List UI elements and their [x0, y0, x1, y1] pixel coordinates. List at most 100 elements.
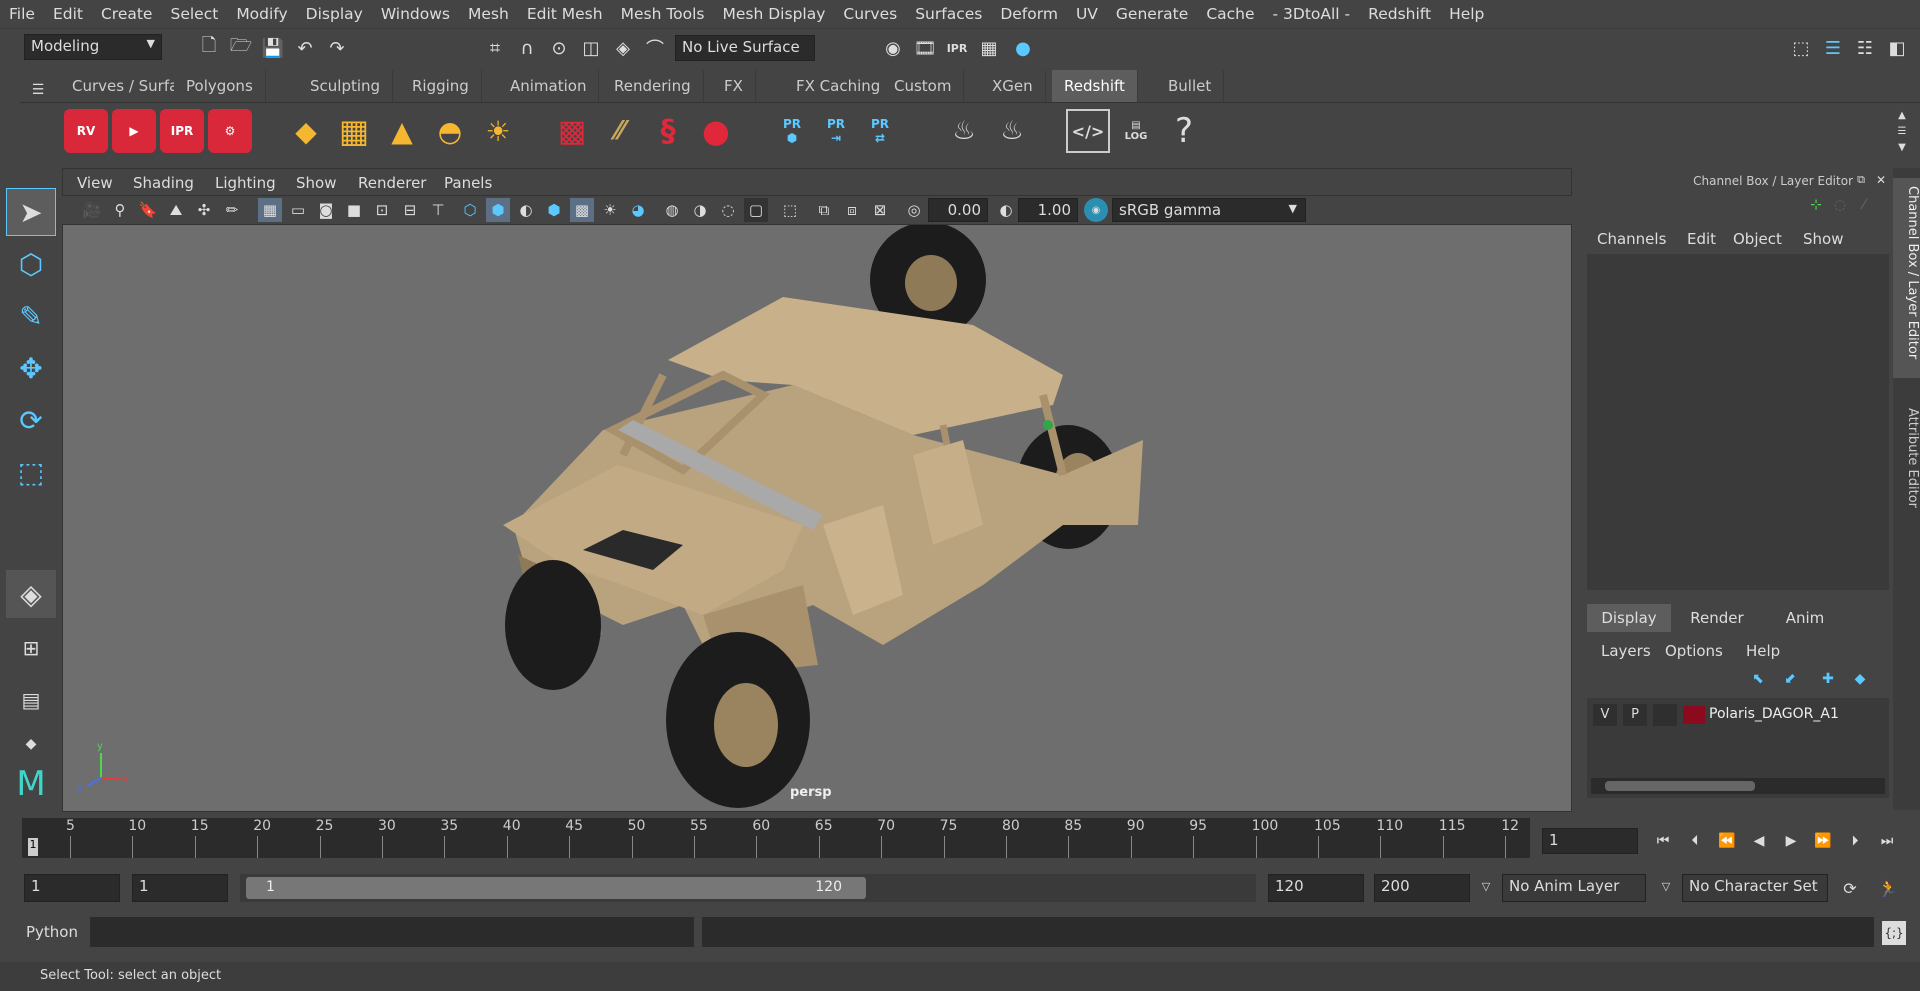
smooth-shade-icon[interactable]: ⬢ — [486, 198, 510, 222]
redshift-pr-cube-icon[interactable]: PR ⬢ — [770, 109, 814, 153]
manipulator-icon[interactable]: ⊹ — [1807, 196, 1825, 214]
layer-scrollbar-thumb[interactable] — [1605, 781, 1755, 791]
menu-windows[interactable]: Windows — [372, 5, 459, 23]
color-management-icon[interactable]: ◉ — [1084, 198, 1108, 222]
select-tool-icon[interactable]: ➤ — [6, 188, 56, 236]
exposure-icon[interactable]: ◎ — [902, 198, 926, 222]
xray-components-icon[interactable]: ⊠ — [868, 198, 892, 222]
shelf-scroll-down-icon[interactable]: ▼ — [1892, 139, 1912, 155]
layer-playback-toggle[interactable]: P — [1623, 704, 1647, 726]
tab-channel-box[interactable]: Channel Box / Layer Editor — [1893, 178, 1920, 378]
redshift-material-ball-icon[interactable]: ● — [694, 109, 738, 153]
shelf-tab-fx-caching[interactable]: FX Caching — [784, 70, 894, 102]
view-transform-selector[interactable]: sRGB gamma ▼ — [1112, 198, 1306, 222]
modeling-toolkit-icon[interactable]: ☰ — [1820, 35, 1846, 61]
viewport-menu-panels[interactable]: Panels — [444, 174, 492, 192]
gamma-field[interactable]: 1.00 — [1018, 198, 1078, 222]
viewport-menu-view[interactable]: View — [77, 174, 113, 192]
2d-pan-zoom-icon[interactable]: ✣ — [192, 198, 216, 222]
viewport-menu-show[interactable]: Show — [296, 174, 336, 192]
field-chart-icon[interactable]: ⊡ — [370, 198, 394, 222]
anim-start-field[interactable]: 1 — [24, 874, 120, 902]
go-to-end-icon[interactable]: ⏭ — [1874, 828, 1900, 854]
help-icon[interactable]: ? — [1162, 109, 1206, 153]
menu-generate[interactable]: Generate — [1107, 5, 1197, 23]
isolate-select-icon[interactable]: ⬚ — [778, 198, 802, 222]
render-view-icon[interactable]: ◉ — [880, 35, 906, 61]
channel-menu-show[interactable]: Show — [1803, 230, 1843, 248]
gate-mask-icon[interactable]: ■ — [342, 198, 366, 222]
depth-of-field-icon[interactable]: ▢ — [744, 198, 768, 222]
shelf-tab-rigging[interactable]: Rigging — [400, 70, 482, 102]
resolution-gate-icon[interactable]: ◙ — [314, 198, 338, 222]
anim-end-field[interactable]: 200 — [1374, 874, 1470, 902]
step-back-frame-icon[interactable]: ⏴ — [1682, 828, 1708, 854]
snap-surface-icon[interactable]: ◈ — [610, 35, 636, 61]
layer-reference-toggle[interactable] — [1653, 704, 1677, 726]
shelf-tab-fx[interactable]: FX — [712, 70, 756, 102]
layer-tab-anim[interactable]: Anim — [1763, 604, 1847, 632]
viewport-menu-lighting[interactable]: Lighting — [215, 174, 276, 192]
layer-menu-layers[interactable]: Layers — [1601, 642, 1651, 660]
chevron-down-icon[interactable]: ▽ — [1658, 876, 1674, 896]
time-slider[interactable]: 5 10 15 20 25 30 35 40 45 50 55 60 65 70 75 80 85 90 95 100… — [22, 818, 1530, 858]
image-plane-icon[interactable]: ⛰ — [164, 198, 188, 222]
redshift-spot-light-icon[interactable]: ▲ — [380, 109, 424, 153]
script-editor-icon[interactable]: {;} — [1882, 921, 1906, 945]
menu-select[interactable]: Select — [161, 5, 227, 23]
single-perspective-view-icon[interactable]: ◈ — [6, 570, 56, 618]
tab-attribute-editor[interactable]: Attribute Editor — [1893, 400, 1920, 530]
auto-key-icon[interactable]: ⟳ — [1838, 876, 1862, 900]
xray-joints-icon[interactable]: ⧈ — [840, 198, 864, 222]
bookmark-icon[interactable]: 🔖 — [136, 198, 160, 222]
paint-select-tool-icon[interactable]: ✎ — [6, 292, 56, 340]
animation-preferences-icon[interactable]: 🏃 — [1876, 876, 1900, 900]
menu-uv[interactable]: UV — [1067, 5, 1107, 23]
four-view-layout-icon[interactable]: ⊞ — [6, 624, 56, 672]
current-frame-field[interactable]: 1 — [1542, 828, 1638, 854]
menu-mesh[interactable]: Mesh — [459, 5, 518, 23]
layer-tab-render[interactable]: Render — [1675, 604, 1759, 632]
move-layer-down-icon[interactable]: ⬋ — [1779, 668, 1801, 690]
undo-icon[interactable]: ↶ — [292, 35, 318, 61]
wireframe-on-shaded-icon[interactable]: ⬢ — [542, 198, 566, 222]
render-settings-icon[interactable]: ▦ — [976, 35, 1002, 61]
step-forward-frame-icon[interactable]: ⏵ — [1842, 828, 1868, 854]
default-material-icon[interactable]: ◐ — [514, 198, 538, 222]
anim-layer-selector[interactable]: No Anim Layer — [1502, 874, 1646, 902]
outliner-layout-icon[interactable]: ▤ — [6, 676, 56, 724]
attribute-editor-toggle-icon[interactable]: ☷ — [1852, 35, 1878, 61]
step-back-key-icon[interactable]: ⏪ — [1714, 828, 1740, 854]
channel-box-toggle-icon[interactable]: ◧ — [1884, 35, 1910, 61]
menu-create[interactable]: Create — [92, 5, 162, 23]
redshift-volume-icon[interactable]: § — [646, 109, 690, 153]
exposure-field[interactable]: 0.00 — [928, 198, 988, 222]
viewport-menu-renderer[interactable]: Renderer — [358, 174, 426, 192]
new-scene-icon[interactable]: 🗋 — [196, 35, 222, 61]
new-layer-selected-icon[interactable]: ◆ — [1849, 668, 1871, 690]
snap-curve-icon[interactable]: ∩ — [514, 35, 540, 61]
menu-edit[interactable]: Edit — [44, 5, 92, 23]
move-tool-icon[interactable]: ✥ — [6, 344, 56, 392]
shelf-tab-polygons[interactable]: Polygons — [174, 70, 266, 102]
layer-tab-display[interactable]: Display — [1587, 604, 1671, 632]
save-scene-icon[interactable]: 💾 — [260, 35, 286, 61]
wireframe-icon[interactable]: ⬡ — [458, 198, 482, 222]
open-scene-icon[interactable]: 🗁 — [228, 35, 254, 61]
redshift-render-sequence-icon[interactable]: ▶ — [112, 109, 156, 153]
gamma-icon[interactable]: ◐ — [994, 198, 1018, 222]
shelf-tab-xgen[interactable]: XGen — [980, 70, 1046, 102]
current-frame-marker[interactable]: 1 — [28, 838, 38, 856]
hyper-icon[interactable]: ⁄ — [1855, 196, 1873, 214]
make-live-icon[interactable]: ⌒ — [642, 35, 668, 61]
mode-selector[interactable]: Modeling ▼ — [24, 34, 162, 60]
camera-icon[interactable]: 🎥 — [80, 198, 104, 222]
use-all-lights-icon[interactable]: ☀ — [598, 198, 622, 222]
viewport-menu-shading[interactable]: Shading — [133, 174, 194, 192]
move-layer-up-icon[interactable]: ⬉ — [1747, 668, 1769, 690]
new-layer-icon[interactable]: ✚ — [1817, 668, 1839, 690]
anti-aliasing-icon[interactable]: ◌ — [716, 198, 740, 222]
shelf-tab-custom[interactable]: Custom — [882, 70, 965, 102]
lasso-tool-icon[interactable]: ⬡ — [6, 240, 56, 288]
script-language-label[interactable]: Python — [26, 923, 78, 941]
